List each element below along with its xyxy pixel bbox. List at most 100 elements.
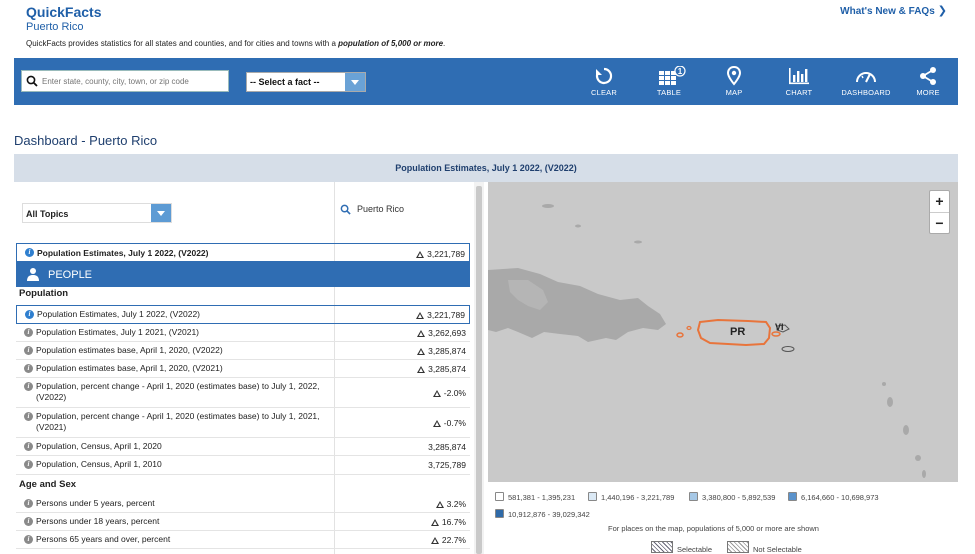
table-row[interactable]: i Persons under 5 years, percent 3.2% [16, 495, 470, 513]
warning-triangle-icon[interactable] [416, 312, 425, 319]
dashboard-button[interactable]: DASHBOARD [836, 66, 896, 102]
info-icon[interactable]: i [24, 442, 33, 451]
chevron-down-icon[interactable] [151, 204, 171, 222]
refresh-icon [595, 67, 613, 85]
group-heading: Age and Sex [19, 479, 77, 490]
map-button[interactable]: MAP [704, 66, 764, 102]
warning-triangle-icon[interactable] [417, 348, 426, 355]
zoom-in-button[interactable]: + [930, 191, 949, 212]
tagline-end: . [443, 39, 446, 48]
legend-swatch [788, 492, 797, 501]
warning-triangle-icon[interactable] [430, 519, 439, 526]
row-value: 16.7% [441, 517, 466, 527]
more-button[interactable]: MORE [898, 66, 958, 102]
table-row[interactable]: i Population Estimates, July 1 2022, (V20… [16, 305, 470, 324]
brand-title[interactable]: QuickFacts [26, 4, 101, 20]
map-view[interactable]: PR VI + − [488, 182, 958, 482]
whats-new-link[interactable]: What's New & FAQs ❯ [840, 4, 947, 17]
row-value: 3,221,789 [427, 310, 465, 320]
selectable-swatch [651, 541, 673, 553]
info-icon[interactable]: i [24, 346, 33, 355]
selectable-label: Selectable [677, 545, 713, 554]
row-value: 3,725,789 [428, 460, 466, 470]
info-icon[interactable]: i [24, 517, 33, 526]
search-input[interactable] [42, 73, 226, 89]
row-value-cell: 16.7% [356, 517, 466, 527]
map-legend: 581,381 - 1,395,231 1,440,196 - 3,221,78… [488, 483, 958, 554]
table-row[interactable]: i Population estimates base, April 1, 202… [16, 342, 470, 360]
info-icon[interactable]: i [24, 382, 33, 391]
toolbar: -- Select a fact -- CLEAR 1 TABLE MAP CH… [14, 58, 958, 105]
select-fact-dropdown[interactable]: -- Select a fact -- [246, 72, 366, 92]
island-shape [575, 224, 581, 228]
island-shape [903, 425, 909, 435]
table-row[interactable]: i Population, percent change - April 1, 2… [16, 378, 470, 408]
table-row[interactable]: i Population, percent change - April 1, 2… [16, 408, 470, 438]
chart-label: CHART [785, 88, 813, 97]
row-label: Population estimates base, April 1, 2020… [36, 345, 223, 355]
row-label: Population estimates base, April 1, 2020… [36, 363, 223, 373]
row-value-cell: 3,725,789 [356, 460, 466, 470]
table-row[interactable]: i Population, Census, April 1, 2010 3,725,… [16, 456, 470, 475]
info-icon[interactable]: i [25, 248, 34, 257]
info-icon[interactable]: i [24, 412, 33, 421]
warning-triangle-icon[interactable] [435, 501, 444, 508]
map-canvas[interactable]: PR VI [488, 182, 958, 482]
row-value-cell: 3,285,874 [356, 364, 466, 374]
clear-button[interactable]: CLEAR [574, 66, 634, 102]
island-shape [542, 204, 554, 208]
table-icon: 1 [659, 66, 686, 85]
people-section-bar[interactable]: PEOPLE [16, 262, 470, 287]
row-value: 3,285,874 [428, 442, 466, 452]
row-value: 3,262,693 [428, 328, 466, 338]
warning-triangle-icon[interactable] [417, 366, 426, 373]
selected-fact-row[interactable]: i Population Estimates, July 1 2022, (V2… [16, 243, 470, 262]
search-icon [26, 75, 38, 87]
zoom-out-button[interactable]: − [930, 212, 949, 233]
info-icon[interactable]: i [24, 460, 33, 469]
row-label: Population, Census, April 1, 2020 [36, 441, 162, 451]
whats-new-label[interactable]: What's New & FAQs [840, 6, 935, 17]
row-value-cell: 3,262,693 [356, 328, 466, 338]
tagline-emphasis: population of 5,000 or more [338, 39, 444, 48]
row-value-cell: -2.0% [356, 388, 466, 398]
warning-triangle-icon[interactable] [432, 420, 441, 427]
legend-range: 581,381 - 1,395,231 [508, 493, 576, 502]
more-label: MORE [916, 88, 940, 97]
island-shape [634, 240, 642, 244]
legend-range: 6,164,660 - 10,698,973 [801, 493, 879, 502]
warning-triangle-icon[interactable] [430, 537, 439, 544]
row-label: Population Estimates, July 1 2022, (V202… [37, 309, 201, 319]
chevron-down-icon[interactable] [345, 73, 365, 91]
info-icon[interactable]: i [24, 535, 33, 544]
table-button[interactable]: 1 TABLE [639, 66, 699, 102]
chart-button[interactable]: CHART [769, 66, 829, 102]
table-row[interactable]: i Population Estimates, July 1 2021, (V20… [16, 324, 470, 342]
legend-range: 1,440,196 - 3,221,789 [601, 493, 675, 502]
table-row[interactable]: i Persons 65 years and over, percent 22.7% [16, 531, 470, 549]
warning-triangle-icon[interactable] [432, 390, 441, 397]
legend-range: 3,380,800 - 5,892,539 [702, 493, 776, 502]
info-icon[interactable]: i [25, 310, 34, 319]
row-value-cell: 3,221,789 [355, 310, 465, 320]
row-label: Population Estimates, July 1 2021, (V202… [36, 327, 200, 337]
tagline-text: QuickFacts provides statistics for all s… [26, 39, 339, 48]
row-value: 3,285,874 [428, 346, 466, 356]
island-shape [915, 455, 921, 461]
row-value-cell: -0.7% [356, 418, 466, 428]
place-column-header[interactable]: Puerto Rico [340, 204, 404, 215]
table-row[interactable]: i Population, Census, April 1, 2020 3,285,… [16, 438, 470, 456]
table-row[interactable]: i Population estimates base, April 1, 202… [16, 360, 470, 378]
topic-dropdown[interactable]: All Topics [22, 203, 172, 223]
dashboard-label: DASHBOARD [841, 88, 891, 97]
row-value-cell: 3,285,874 [356, 346, 466, 356]
info-icon[interactable]: i [24, 364, 33, 373]
info-icon[interactable]: i [24, 328, 33, 337]
table-row[interactable]: i Persons under 18 years, percent 16.7% [16, 513, 470, 531]
scrollbar-thumb[interactable] [476, 186, 482, 554]
scrollbar[interactable] [474, 182, 484, 554]
search-icon[interactable] [340, 204, 351, 215]
warning-triangle-icon[interactable] [417, 330, 426, 337]
info-icon[interactable]: i [24, 499, 33, 508]
search-box[interactable] [21, 70, 229, 92]
